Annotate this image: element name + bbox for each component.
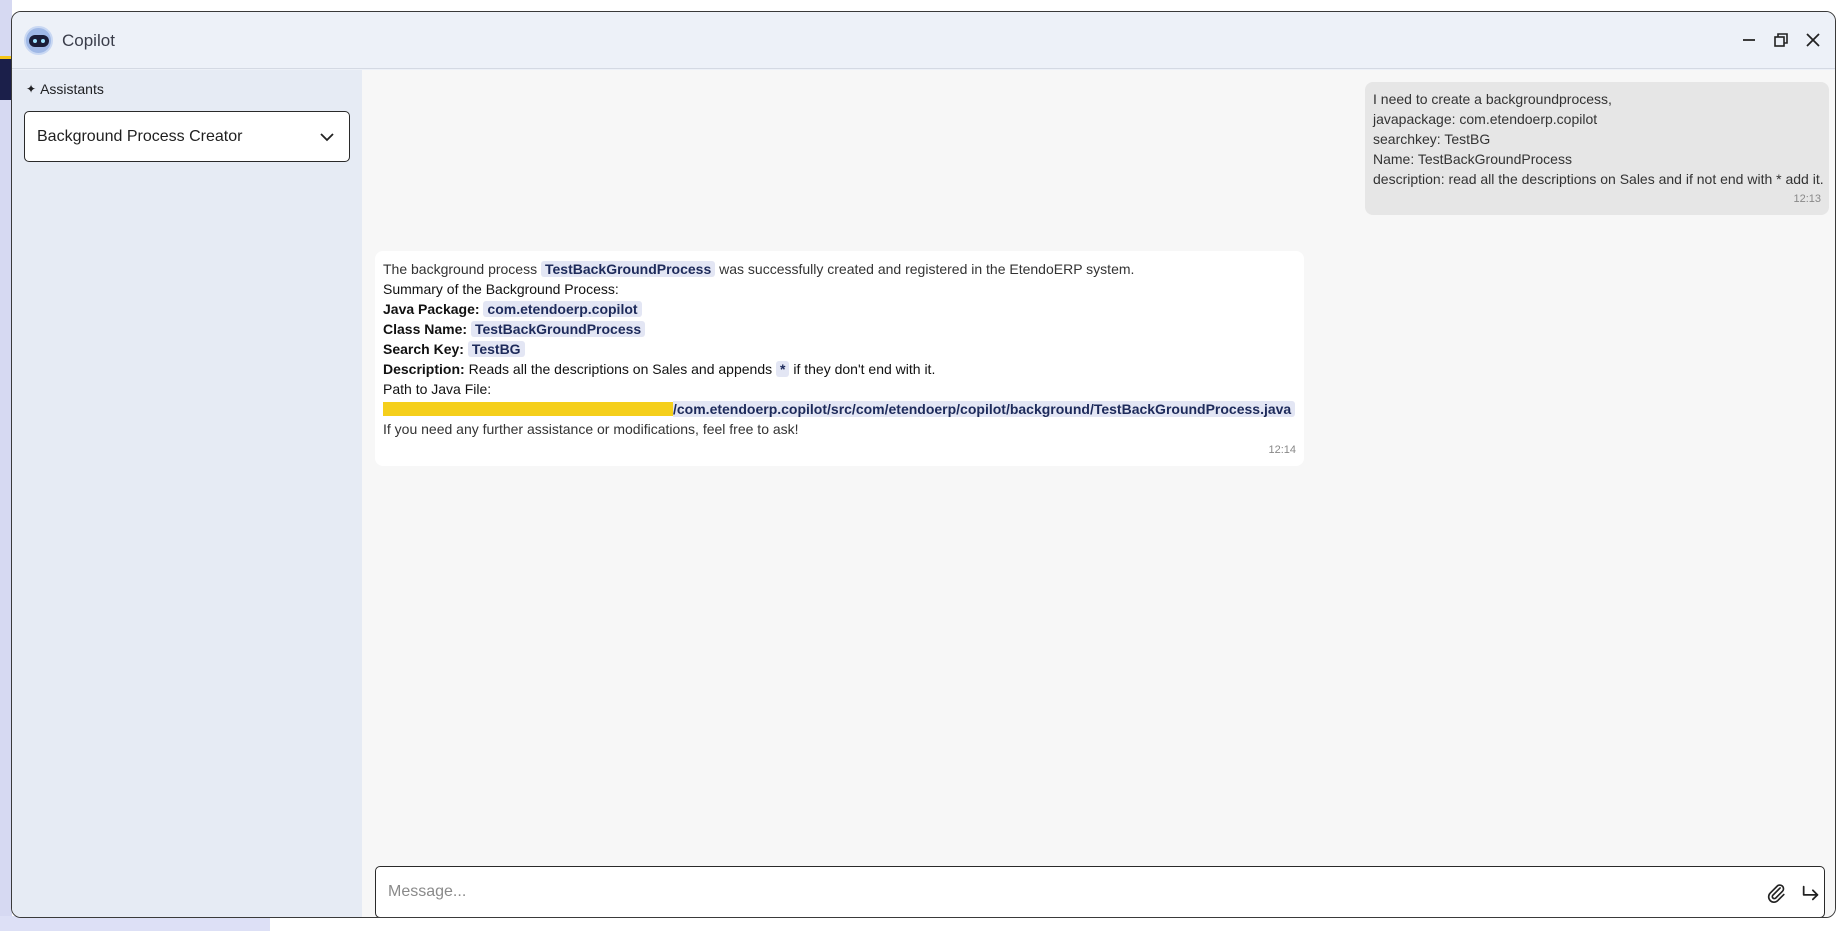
bot-intro-prefix: The background process (383, 261, 538, 277)
close-icon (1806, 33, 1820, 47)
class-name-value: TestBackGroundProcess (470, 321, 646, 337)
bot-intro-suffix: was successfully created and registered … (719, 261, 1135, 277)
assistant-message: The background process TestBackGroundPro… (375, 251, 1304, 466)
search-key-value: TestBG (467, 341, 525, 357)
user-message-time: 12:13 (1793, 193, 1821, 205)
user-message-line: javapackage: com.etendoerp.copilot (1373, 111, 1598, 127)
summary-heading: Summary of the Background Process: (383, 281, 619, 297)
composer (375, 866, 1825, 917)
user-message-line: I need to create a backgroundprocess, (1373, 91, 1612, 107)
search-key-row: Search Key: TestBG (383, 339, 1296, 359)
user-message-line: Name: TestBackGroundProcess (1373, 151, 1572, 167)
class-name-label: Class Name: (383, 321, 468, 337)
java-package-row: Java Package: com.etendoerp.copilot (383, 299, 1296, 319)
bot-intro: The background process TestBackGroundPro… (383, 259, 1296, 279)
user-message-line: searchkey: TestBG (1373, 131, 1491, 147)
assistants-label: ✦ Assistants (26, 81, 104, 97)
minimize-button[interactable] (1736, 27, 1762, 53)
chevron-down-icon (320, 133, 334, 142)
sparkle-icon: ✦ (26, 82, 37, 96)
window-title: Copilot (62, 31, 115, 50)
title-bar: Copilot (12, 12, 1835, 69)
java-file-path: /com.etendoerp.copilot/src/com/etendoerp… (673, 401, 1296, 417)
assistant-select-value: Background Process Creator (37, 127, 243, 145)
copilot-logo-icon (24, 26, 53, 55)
assistant-message-time: 12:14 (1268, 444, 1296, 456)
assistants-label-text: Assistants (40, 81, 104, 97)
close-button[interactable] (1800, 27, 1826, 53)
user-message-line: description: read all the descriptions o… (1373, 171, 1824, 187)
path-row: /com.etendoerp.copilot/src/com/etendoerp… (383, 399, 1296, 419)
process-name-code: TestBackGroundProcess (540, 261, 716, 277)
message-input[interactable] (376, 867, 1746, 917)
description-prefix: Reads all the descriptions on Sales and … (468, 361, 773, 377)
assistant-select[interactable]: Background Process Creator (24, 111, 350, 162)
paperclip-icon (1767, 884, 1785, 903)
description-row: Description: Reads all the descriptions … (383, 359, 1296, 379)
java-package-value: com.etendoerp.copilot (483, 301, 642, 317)
restore-icon (1774, 33, 1788, 47)
description-code: * (776, 361, 790, 377)
description-label: Description: (383, 361, 465, 377)
copilot-window: Copilot ✦ Assistants Background Process … (11, 11, 1836, 918)
bot-closing: If you need any further assistance or mo… (383, 421, 799, 437)
description-suffix: if they don't end with it. (793, 361, 936, 377)
path-label: Path to Java File: (383, 381, 492, 397)
search-key-label: Search Key: (383, 341, 464, 357)
minimize-icon (1743, 39, 1755, 41)
redacted-block (383, 402, 673, 416)
chat-panel: I need to create a backgroundprocess, ja… (362, 70, 1835, 917)
sidebar: ✦ Assistants Background Process Creator (12, 70, 362, 917)
restore-button[interactable] (1768, 27, 1794, 53)
java-package-label: Java Package: (383, 301, 480, 317)
send-icon (1802, 885, 1819, 901)
attach-button[interactable] (1764, 881, 1788, 905)
send-button[interactable] (1799, 881, 1823, 905)
class-name-row: Class Name: TestBackGroundProcess (383, 319, 1296, 339)
background-app-footer (0, 916, 270, 931)
user-message: I need to create a backgroundprocess, ja… (1365, 82, 1829, 215)
